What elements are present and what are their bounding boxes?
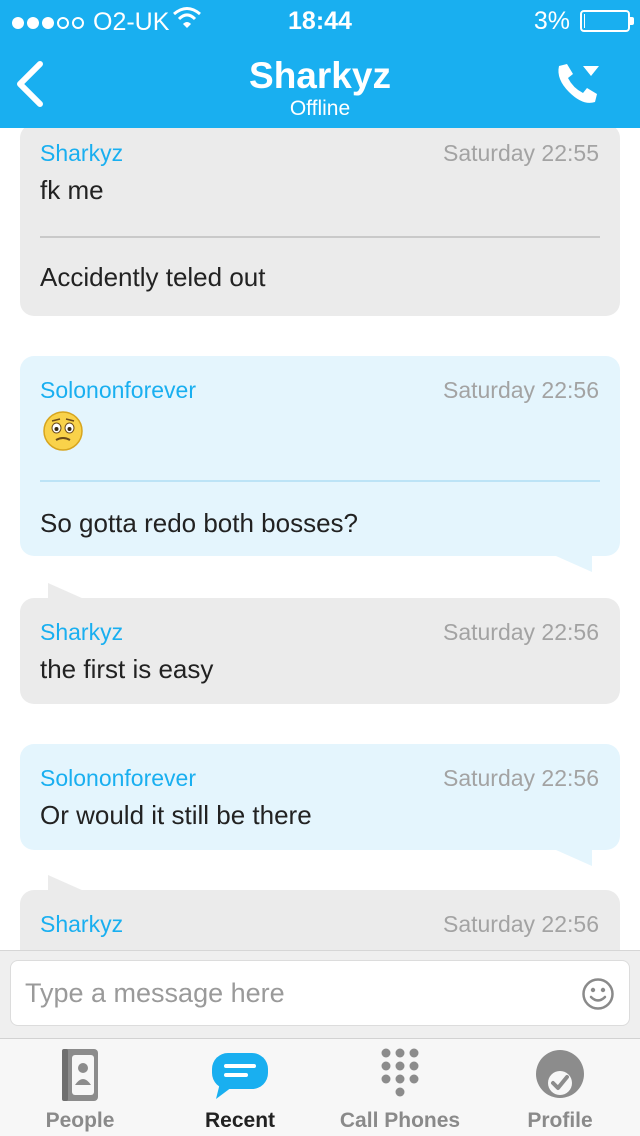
message-list[interactable]: Sharkyz Saturday 22:55 fk me Accidently … (0, 128, 640, 950)
message-bubble: Solononforever Saturday 22:56 Or would i… (20, 744, 620, 850)
battery-percent: 3% (533, 7, 570, 35)
message-text: fk me (40, 175, 104, 205)
tab-label: Call Phones (339, 1109, 461, 1132)
message-text: So gotta redo both bosses? (40, 508, 359, 538)
phone-dropdown-icon (558, 64, 599, 103)
battery-level-fill (584, 14, 585, 28)
message-time: Saturday 22:56 (442, 377, 599, 403)
tab-call-phones[interactable]: Call Phones (320, 1039, 480, 1136)
message-input-container (10, 960, 630, 1026)
bubble-tail (48, 875, 84, 891)
message-time: Saturday 22:55 (442, 140, 599, 166)
message-time: Saturday 22:56 (442, 619, 599, 645)
message-text: the first is easy (40, 654, 214, 684)
message-time: Saturday 22:56 (442, 765, 599, 791)
profile-check-icon (536, 1050, 584, 1098)
message-time: Saturday 22:56 (442, 911, 599, 937)
smiley-icon[interactable] (581, 977, 615, 1011)
worried-face-emoji (43, 411, 83, 451)
app-header: O2-UK 18:44 3% Sharkyz Offline (0, 0, 640, 128)
message-divider (40, 480, 600, 482)
tab-recent[interactable]: Recent (160, 1039, 320, 1136)
message-sender: Sharkyz (40, 911, 124, 937)
bubble-tail (556, 556, 592, 572)
message-bubble: Sharkyz Saturday 22:56 the first is easy (20, 598, 620, 704)
contacts-book-icon (62, 1049, 98, 1101)
tab-label: Profile (527, 1109, 593, 1132)
presence-status: Offline (289, 97, 351, 120)
bubble-tail (556, 850, 592, 866)
tab-label: Recent (204, 1109, 276, 1132)
conversation-title: Sharkyz (249, 55, 391, 96)
message-text: Accidently teled out (40, 262, 266, 292)
message-sender: Sharkyz (40, 140, 124, 166)
call-button[interactable] (553, 60, 605, 106)
message-text: Or would it still be there (40, 800, 312, 830)
message-sender: Solononforever (40, 377, 196, 403)
bubble-tail (48, 583, 84, 599)
message-bubble: Sharkyz Saturday 22:56 (20, 890, 620, 950)
message-bubble: Solononforever Saturday 22:56 So gotta r… (20, 356, 620, 556)
chat-bubble-icon (212, 1053, 268, 1099)
message-bubble: Sharkyz Saturday 22:55 fk me Accidently … (20, 128, 620, 316)
message-divider (40, 236, 600, 238)
battery-icon (580, 10, 634, 32)
message-input[interactable] (25, 961, 565, 1025)
status-bar: O2-UK 18:44 3% (0, 0, 640, 40)
message-composer (0, 950, 640, 1038)
tab-label: People (45, 1109, 115, 1132)
message-sender: Sharkyz (40, 619, 124, 645)
dialpad-icon (381, 1048, 419, 1097)
tab-bar: People Recent Call Phones Profile (0, 1038, 640, 1136)
message-sender: Solononforever (40, 765, 196, 791)
tab-profile[interactable]: Profile (480, 1039, 640, 1136)
tab-people[interactable]: People (0, 1039, 160, 1136)
